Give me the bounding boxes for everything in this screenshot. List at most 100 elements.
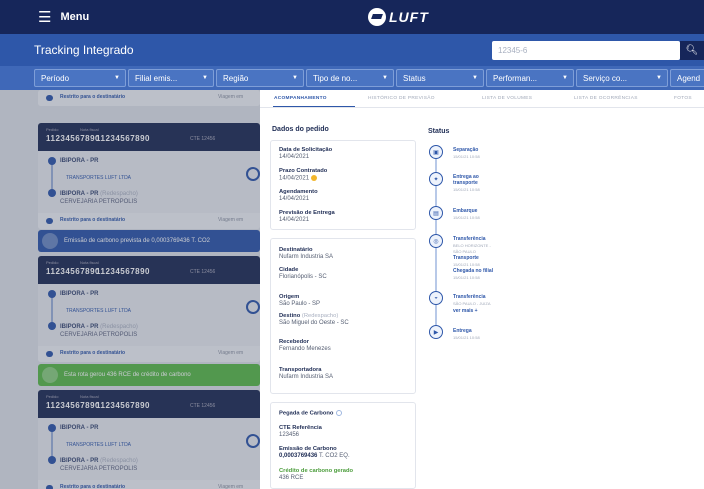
carbon-title-text: Pegada de Carbono	[279, 410, 334, 417]
search-input[interactable]	[492, 41, 680, 60]
tab-acompanhamento[interactable]: ACOMPANHAMENTO	[274, 96, 327, 101]
field-value: 123456	[279, 432, 300, 438]
chevron-down-icon: ▼	[114, 75, 120, 81]
field-value: 0,0003769436 T. CO2 EQ.	[279, 453, 350, 459]
field-value: Nufarm Industria SA	[279, 374, 334, 380]
status-title: Separação	[453, 147, 479, 153]
logo-mark-icon	[368, 8, 386, 26]
tab-historico[interactable]: HISTÓRICO DE PREVISÃO	[368, 96, 435, 101]
status-time: 15/01/21 10:58	[453, 187, 480, 192]
order-section-title: Dados do pedido	[272, 126, 329, 133]
filter-performance[interactable]: Performan... ▼	[486, 69, 574, 87]
filter-regiao[interactable]: Região ▼	[216, 69, 304, 87]
chevron-down-icon: ▼	[562, 75, 568, 81]
tab-fotos[interactable]: FOTOS	[674, 96, 692, 101]
field-label: Transportadora	[279, 367, 322, 373]
field-value: Florianópolis - SC	[279, 274, 327, 280]
field-value: São Miguel do Oeste - SC	[279, 320, 349, 326]
chevron-down-icon: ▼	[472, 75, 478, 81]
filter-agend[interactable]: Agend	[670, 69, 704, 87]
field-label: Cidade	[279, 267, 299, 273]
search-button[interactable]: 🔍︎	[680, 41, 704, 60]
logo-text: LUFT	[389, 9, 429, 25]
field-label: Emissão de Carbono	[279, 446, 337, 452]
field-label: Destinatário	[279, 247, 313, 253]
chevron-down-icon: ▼	[656, 75, 662, 81]
status-time: 15/01/21 10:58	[453, 262, 480, 267]
chevron-down-icon: ▼	[202, 75, 208, 81]
emission-value: 0,0003769436	[279, 453, 318, 459]
modal-backdrop[interactable]	[0, 90, 260, 489]
field-label: CTE Referência	[279, 425, 322, 431]
filter-bar: Período ▼ Filial emis... ▼ Região ▼ Tipo de…	[0, 66, 704, 90]
filter-periodo[interactable]: Período ▼	[34, 69, 126, 87]
top-bar: ☰ Menu LUFT	[0, 0, 704, 34]
status-time: 15/01/21 10:58	[453, 335, 480, 340]
status-subevent: Chegada no filial	[453, 268, 494, 274]
field-label: Origem	[279, 294, 300, 300]
menu-button[interactable]: ☰ Menu	[38, 10, 89, 25]
filter-label: Performan...	[493, 73, 538, 83]
field-value: Nufarm Industria SA	[279, 254, 334, 260]
field-value: 14/04/2021	[279, 175, 318, 182]
status-title: Transferência	[453, 236, 486, 242]
status-title: Entrega	[453, 328, 472, 334]
filter-label: Filial emis...	[135, 73, 178, 83]
filter-tipo[interactable]: Tipo de no... ▼	[306, 69, 394, 87]
status-subevent: Transporte	[453, 255, 479, 261]
info-icon[interactable]	[336, 410, 343, 416]
page-title: Tracking Integrado	[34, 43, 134, 57]
destino-tag: (Redespacho)	[301, 313, 339, 319]
title-bar: Tracking Integrado 🔍︎	[0, 34, 704, 66]
transfer-icon: ◎	[429, 234, 443, 248]
detail-tabs: ACOMPANHAMENTO HISTÓRICO DE PREVISÃO LIS…	[260, 90, 704, 108]
search-icon: 🔍︎	[685, 45, 699, 56]
delivery-icon: ▶	[429, 325, 443, 339]
detail-panel: ACOMPANHAMENTO HISTÓRICO DE PREVISÃO LIS…	[260, 90, 704, 489]
field-value: Fernando Menezes	[279, 346, 331, 352]
handover-icon: ✦	[429, 172, 443, 186]
field-value-text: 14/04/2021	[279, 175, 310, 182]
tab-volumes[interactable]: LISTA DE VOLUMES	[482, 96, 532, 101]
field-value: São Paulo - SP	[279, 301, 321, 307]
see-more-link[interactable]: ver mais +	[453, 308, 478, 314]
status-route-line2: SÃO PAULO	[453, 249, 476, 254]
field-label: Data de Solicitação	[279, 147, 333, 153]
field-label-text: Destino	[279, 313, 301, 319]
field-label: Agendamento	[279, 189, 318, 195]
field-label: Prazo Contratado	[279, 168, 328, 174]
filter-servico[interactable]: Serviço co... ▼	[576, 69, 668, 87]
filter-status[interactable]: Status ▼	[396, 69, 484, 87]
field-label: Previsão de Entrega	[279, 210, 335, 216]
filter-filial[interactable]: Filial emis... ▼	[128, 69, 214, 87]
truck-loading-icon: ▤	[429, 206, 443, 220]
luft-logo: LUFT	[368, 8, 429, 26]
field-value: 14/04/2021	[279, 217, 310, 223]
carbon-footprint-box: Pegada de Carbono CTE Referência 123456 …	[270, 402, 416, 489]
filter-label: Agend	[677, 73, 701, 83]
app-root: ☰ Menu LUFT Tracking Integrado 🔍︎ Períod…	[0, 0, 704, 489]
field-label: Destino (Redespacho)	[279, 313, 338, 319]
status-time: 15/01/21 10:58	[453, 275, 480, 280]
chevron-down-icon: ▼	[292, 75, 298, 81]
chevron-down-icon: ▼	[382, 75, 388, 81]
field-value: 14/04/2021	[279, 196, 310, 202]
filter-label: Região	[223, 73, 249, 83]
filter-label: Status	[403, 73, 426, 83]
dates-box: Data de Solicitação 14/04/2021 Prazo Con…	[270, 140, 416, 230]
status-title-line2: transporte	[453, 180, 478, 186]
field-value: 436 RCE	[279, 475, 304, 481]
filter-label: Tipo de no...	[313, 73, 358, 83]
parties-box: Destinatário Nufarm Industria SA Cidade …	[270, 238, 416, 394]
tab-ocorrencias[interactable]: LISTA DE OCORRÊNCIAS	[574, 96, 638, 101]
status-section-title: Status	[428, 128, 450, 135]
status-time: 15/01/21 10:58	[453, 154, 480, 159]
status-route: SÃO PAULO - JUIZA	[453, 301, 491, 306]
status-route: BELO HORIZONTE -	[453, 243, 491, 248]
filter-label: Período	[41, 73, 70, 83]
field-label: Crédito de carbono gerado	[279, 468, 354, 474]
emission-unit: T. CO2 EQ.	[318, 453, 350, 459]
status-title: Embarque	[453, 208, 478, 214]
menu-label: Menu	[60, 11, 90, 23]
transfer-icon: ◒	[429, 291, 443, 305]
